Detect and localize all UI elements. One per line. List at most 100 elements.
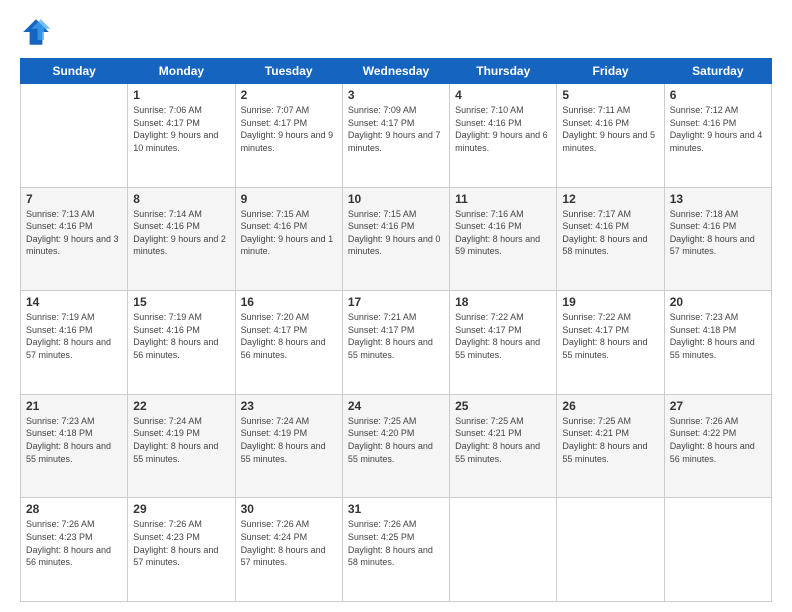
cell-info: Sunrise: 7:26 AMSunset: 4:23 PMDaylight:… <box>133 518 229 568</box>
calendar-cell: 31Sunrise: 7:26 AMSunset: 4:25 PMDayligh… <box>342 498 449 602</box>
calendar-cell <box>21 84 128 188</box>
day-number: 28 <box>26 502 122 516</box>
day-number: 18 <box>455 295 551 309</box>
day-number: 26 <box>562 399 658 413</box>
day-number: 24 <box>348 399 444 413</box>
cell-info: Sunrise: 7:12 AMSunset: 4:16 PMDaylight:… <box>670 104 766 154</box>
cell-info: Sunrise: 7:26 AMSunset: 4:24 PMDaylight:… <box>241 518 337 568</box>
cell-info: Sunrise: 7:10 AMSunset: 4:16 PMDaylight:… <box>455 104 551 154</box>
cell-info: Sunrise: 7:15 AMSunset: 4:16 PMDaylight:… <box>348 208 444 258</box>
cell-info: Sunrise: 7:09 AMSunset: 4:17 PMDaylight:… <box>348 104 444 154</box>
day-number: 2 <box>241 88 337 102</box>
cell-info: Sunrise: 7:22 AMSunset: 4:17 PMDaylight:… <box>562 311 658 361</box>
calendar-cell <box>557 498 664 602</box>
calendar-cell <box>664 498 771 602</box>
weekday-header-sunday: Sunday <box>21 59 128 84</box>
day-number: 7 <box>26 192 122 206</box>
day-number: 21 <box>26 399 122 413</box>
cell-info: Sunrise: 7:17 AMSunset: 4:16 PMDaylight:… <box>562 208 658 258</box>
calendar-cell: 22Sunrise: 7:24 AMSunset: 4:19 PMDayligh… <box>128 394 235 498</box>
cell-info: Sunrise: 7:20 AMSunset: 4:17 PMDaylight:… <box>241 311 337 361</box>
calendar-cell: 9Sunrise: 7:15 AMSunset: 4:16 PMDaylight… <box>235 187 342 291</box>
calendar-cell: 18 Sunrise: 7:22 AMSunset: 4:17 PMDayligh… <box>450 291 557 395</box>
calendar-cell: 6 Sunrise: 7:12 AMSunset: 4:16 PMDaylight… <box>664 84 771 188</box>
calendar-cell: 11Sunrise: 7:16 AMSunset: 4:16 PMDayligh… <box>450 187 557 291</box>
calendar-cell: 30 Sunrise: 7:26 AMSunset: 4:24 PMDayligh… <box>235 498 342 602</box>
day-number: 25 <box>455 399 551 413</box>
day-number: 6 <box>670 88 766 102</box>
cell-info: Sunrise: 7:23 AMSunset: 4:18 PMDaylight:… <box>26 415 122 465</box>
day-number: 12 <box>562 192 658 206</box>
cell-info: Sunrise: 7:22 AMSunset: 4:17 PMDaylight:… <box>455 311 551 361</box>
day-number: 17 <box>348 295 444 309</box>
day-number: 22 <box>133 399 229 413</box>
cell-info: Sunrise: 7:25 AMSunset: 4:21 PMDaylight:… <box>562 415 658 465</box>
cell-info: Sunrise: 7:14 AMSunset: 4:16 PMDaylight:… <box>133 208 229 258</box>
calendar-cell: 23 Sunrise: 7:24 AMSunset: 4:19 PMDayligh… <box>235 394 342 498</box>
cell-info: Sunrise: 7:26 AMSunset: 4:23 PMDaylight:… <box>26 518 122 568</box>
weekday-header-saturday: Saturday <box>664 59 771 84</box>
day-number: 16 <box>241 295 337 309</box>
calendar-cell: 28 Sunrise: 7:26 AMSunset: 4:23 PMDayligh… <box>21 498 128 602</box>
calendar-cell: 14 Sunrise: 7:19 AMSunset: 4:16 PMDayligh… <box>21 291 128 395</box>
day-number: 4 <box>455 88 551 102</box>
weekday-header-thursday: Thursday <box>450 59 557 84</box>
day-number: 23 <box>241 399 337 413</box>
day-number: 3 <box>348 88 444 102</box>
calendar-cell: 24 Sunrise: 7:25 AMSunset: 4:20 PMDayligh… <box>342 394 449 498</box>
calendar-cell: 26 Sunrise: 7:25 AMSunset: 4:21 PMDayligh… <box>557 394 664 498</box>
logo <box>20 16 56 48</box>
day-number: 30 <box>241 502 337 516</box>
page: SundayMondayTuesdayWednesdayThursdayFrid… <box>0 0 792 612</box>
cell-info: Sunrise: 7:13 AMSunset: 4:16 PMDaylight:… <box>26 208 122 258</box>
calendar-cell: 20Sunrise: 7:23 AMSunset: 4:18 PMDayligh… <box>664 291 771 395</box>
header <box>20 16 772 48</box>
calendar-cell: 29 Sunrise: 7:26 AMSunset: 4:23 PMDayligh… <box>128 498 235 602</box>
day-number: 27 <box>670 399 766 413</box>
calendar-cell: 25 Sunrise: 7:25 AMSunset: 4:21 PMDayligh… <box>450 394 557 498</box>
calendar-cell: 4 Sunrise: 7:10 AMSunset: 4:16 PMDaylight… <box>450 84 557 188</box>
day-number: 11 <box>455 192 551 206</box>
calendar-week-2: 7 Sunrise: 7:13 AMSunset: 4:16 PMDaylight… <box>21 187 772 291</box>
day-number: 29 <box>133 502 229 516</box>
cell-info: Sunrise: 7:15 AMSunset: 4:16 PMDaylight:… <box>241 208 337 258</box>
day-number: 19 <box>562 295 658 309</box>
day-number: 5 <box>562 88 658 102</box>
calendar-week-5: 28 Sunrise: 7:26 AMSunset: 4:23 PMDayligh… <box>21 498 772 602</box>
cell-info: Sunrise: 7:11 AMSunset: 4:16 PMDaylight:… <box>562 104 658 154</box>
day-number: 10 <box>348 192 444 206</box>
logo-icon <box>20 16 52 48</box>
cell-info: Sunrise: 7:21 AMSunset: 4:17 PMDaylight:… <box>348 311 444 361</box>
day-number: 14 <box>26 295 122 309</box>
calendar-cell: 5 Sunrise: 7:11 AMSunset: 4:16 PMDaylight… <box>557 84 664 188</box>
cell-info: Sunrise: 7:19 AMSunset: 4:16 PMDaylight:… <box>26 311 122 361</box>
cell-info: Sunrise: 7:25 AMSunset: 4:20 PMDaylight:… <box>348 415 444 465</box>
weekday-header-monday: Monday <box>128 59 235 84</box>
cell-info: Sunrise: 7:26 AMSunset: 4:22 PMDaylight:… <box>670 415 766 465</box>
calendar-cell: 3 Sunrise: 7:09 AMSunset: 4:17 PMDaylight… <box>342 84 449 188</box>
day-number: 1 <box>133 88 229 102</box>
calendar-cell: 1 Sunrise: 7:06 AMSunset: 4:17 PMDaylight… <box>128 84 235 188</box>
calendar-cell: 2Sunrise: 7:07 AMSunset: 4:17 PMDaylight… <box>235 84 342 188</box>
cell-info: Sunrise: 7:06 AMSunset: 4:17 PMDaylight:… <box>133 104 229 154</box>
calendar-week-1: 1 Sunrise: 7:06 AMSunset: 4:17 PMDaylight… <box>21 84 772 188</box>
cell-info: Sunrise: 7:19 AMSunset: 4:16 PMDaylight:… <box>133 311 229 361</box>
weekday-header-wednesday: Wednesday <box>342 59 449 84</box>
calendar-cell: 17 Sunrise: 7:21 AMSunset: 4:17 PMDayligh… <box>342 291 449 395</box>
cell-info: Sunrise: 7:26 AMSunset: 4:25 PMDaylight:… <box>348 518 444 568</box>
calendar-cell: 27 Sunrise: 7:26 AMSunset: 4:22 PMDayligh… <box>664 394 771 498</box>
day-number: 20 <box>670 295 766 309</box>
calendar-cell: 21 Sunrise: 7:23 AMSunset: 4:18 PMDayligh… <box>21 394 128 498</box>
calendar-cell <box>450 498 557 602</box>
calendar-week-3: 14 Sunrise: 7:19 AMSunset: 4:16 PMDayligh… <box>21 291 772 395</box>
calendar-header-row: SundayMondayTuesdayWednesdayThursdayFrid… <box>21 59 772 84</box>
calendar-table: SundayMondayTuesdayWednesdayThursdayFrid… <box>20 58 772 602</box>
cell-info: Sunrise: 7:24 AMSunset: 4:19 PMDaylight:… <box>241 415 337 465</box>
cell-info: Sunrise: 7:18 AMSunset: 4:16 PMDaylight:… <box>670 208 766 258</box>
weekday-header-tuesday: Tuesday <box>235 59 342 84</box>
day-number: 15 <box>133 295 229 309</box>
cell-info: Sunrise: 7:25 AMSunset: 4:21 PMDaylight:… <box>455 415 551 465</box>
calendar-week-4: 21 Sunrise: 7:23 AMSunset: 4:18 PMDayligh… <box>21 394 772 498</box>
calendar-cell: 7 Sunrise: 7:13 AMSunset: 4:16 PMDaylight… <box>21 187 128 291</box>
day-number: 13 <box>670 192 766 206</box>
